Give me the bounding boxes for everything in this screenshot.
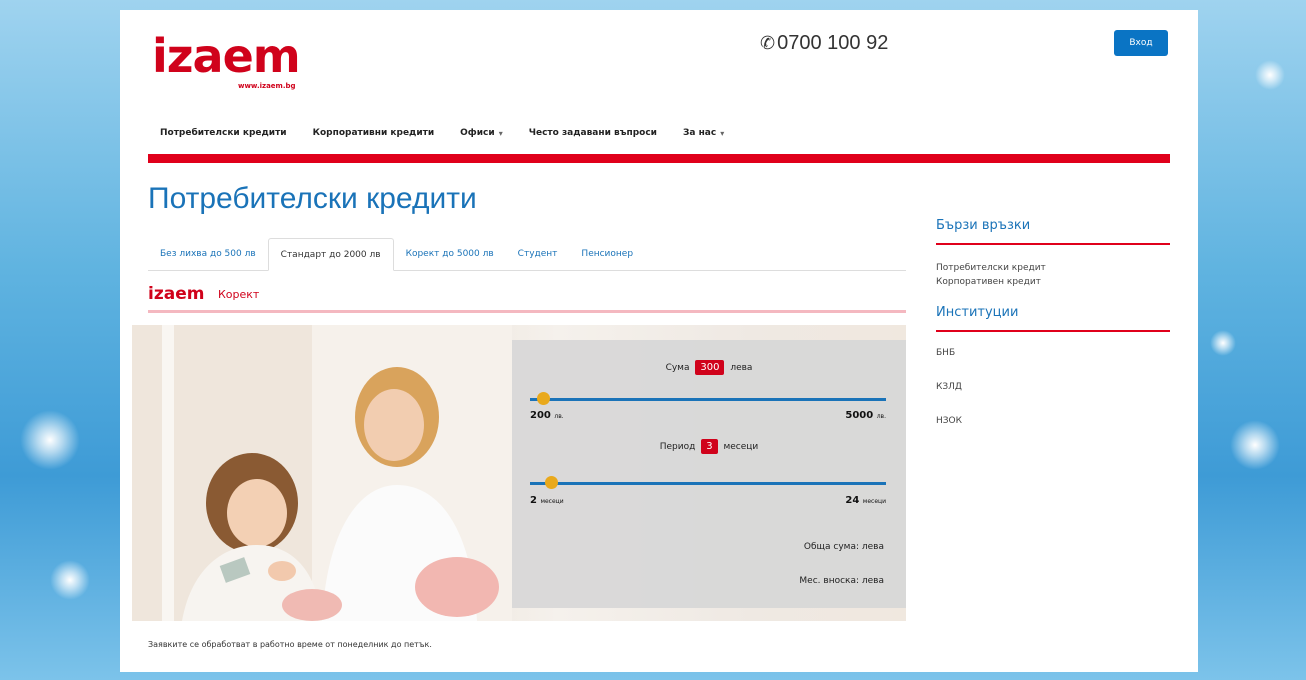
period-slider-handle[interactable] xyxy=(545,476,559,489)
chevron-down-icon: ▾ xyxy=(720,128,725,138)
loan-calculator: Сума 300 лева 200 лв. 5000 лв. Период 3 … xyxy=(512,340,906,608)
loan-tabs: Без лихва до 500 лв Стандарт до 2000 лв … xyxy=(148,238,906,271)
period-unit: месеци xyxy=(723,442,759,452)
sidebar-link-kzld[interactable]: КЗЛД xyxy=(936,382,1170,392)
nav-item-about[interactable]: За нас ▾ xyxy=(683,128,724,138)
sidebar-link-nzok[interactable]: НЗОК xyxy=(936,416,1170,426)
page-title: Потребителски кредити xyxy=(148,182,477,215)
sidebar-link-bnb[interactable]: БНБ xyxy=(936,348,1170,358)
phone-icon: ✆ xyxy=(760,33,776,53)
main-navigation: Потребителски кредити Корпоративни креди… xyxy=(160,128,750,138)
working-hours-notice: Заявките се обработват в работно време о… xyxy=(148,640,432,649)
tab-korekt[interactable]: Корект до 5000 лв xyxy=(394,238,506,270)
amount-row: Сума 300 лева xyxy=(512,360,906,375)
logo-wordmark: izaem xyxy=(152,29,301,83)
nav-item-faq[interactable]: Често задавани въпроси xyxy=(529,128,657,138)
period-slider[interactable] xyxy=(530,476,886,489)
sidebar-link-corporate-loan[interactable]: Корпоративен кредит xyxy=(936,275,1170,289)
chevron-down-icon: ▾ xyxy=(498,128,503,138)
nav-item-consumer-loans[interactable]: Потребителски кредити xyxy=(160,128,287,138)
period-value-badge: 3 xyxy=(701,439,718,454)
page-container: izaem www.izaem.bg ✆ 0700 100 92 Вход Пот… xyxy=(120,10,1198,672)
background-sparkle xyxy=(1230,420,1280,470)
nav-divider xyxy=(148,154,1170,163)
sidebar: Бързи връзки Потребителски кредит Корпор… xyxy=(936,218,1170,450)
nav-item-offices[interactable]: Офиси ▾ xyxy=(460,128,503,138)
background-sparkle xyxy=(20,410,80,470)
tab-pensioner[interactable]: Пенсионер xyxy=(569,238,645,270)
hero-banner: Сума 300 лева 200 лв. 5000 лв. Период 3 … xyxy=(132,325,906,621)
amount-slider-handle[interactable] xyxy=(536,392,550,405)
tab-student[interactable]: Студент xyxy=(506,238,570,270)
background-sparkle xyxy=(1255,60,1285,90)
background-sparkle xyxy=(50,560,90,600)
amount-slider[interactable] xyxy=(530,392,886,405)
amount-min: 200 лв. xyxy=(530,410,564,421)
period-max: 24 месеци xyxy=(845,495,886,506)
nav-item-corporate-loans[interactable]: Корпоративни кредити xyxy=(313,128,435,138)
site-logo[interactable]: izaem www.izaem.bg xyxy=(152,30,312,90)
period-min: 2 месеци xyxy=(530,495,564,506)
login-button[interactable]: Вход xyxy=(1114,30,1168,56)
total-amount: Обща сума: лева xyxy=(803,542,884,552)
product-logo: izaem xyxy=(148,284,205,304)
amount-value-badge: 300 xyxy=(695,360,725,375)
background-sparkle xyxy=(1210,330,1236,356)
amount-unit: лева xyxy=(730,363,753,373)
quick-links-heading: Бързи връзки xyxy=(936,218,1170,245)
family-photo xyxy=(132,325,512,621)
product-header: izaem Корект xyxy=(148,284,906,313)
phone-number[interactable]: ✆ 0700 100 92 xyxy=(760,32,888,55)
institutions-heading: Институции xyxy=(936,305,1170,332)
period-label: Период xyxy=(659,442,696,452)
logo-url: www.izaem.bg xyxy=(238,82,296,90)
tab-no-interest[interactable]: Без лихва до 500 лв xyxy=(148,238,268,270)
amount-label: Сума xyxy=(665,363,690,373)
amount-max: 5000 лв. xyxy=(845,410,886,421)
sidebar-link-consumer-loan[interactable]: Потребителски кредит xyxy=(936,261,1170,275)
product-name: Корект xyxy=(218,288,260,301)
tab-standard[interactable]: Стандарт до 2000 лв xyxy=(267,238,394,271)
period-row: Период 3 месеци xyxy=(512,439,906,454)
monthly-installment: Мес. вноска: лева xyxy=(799,576,884,586)
